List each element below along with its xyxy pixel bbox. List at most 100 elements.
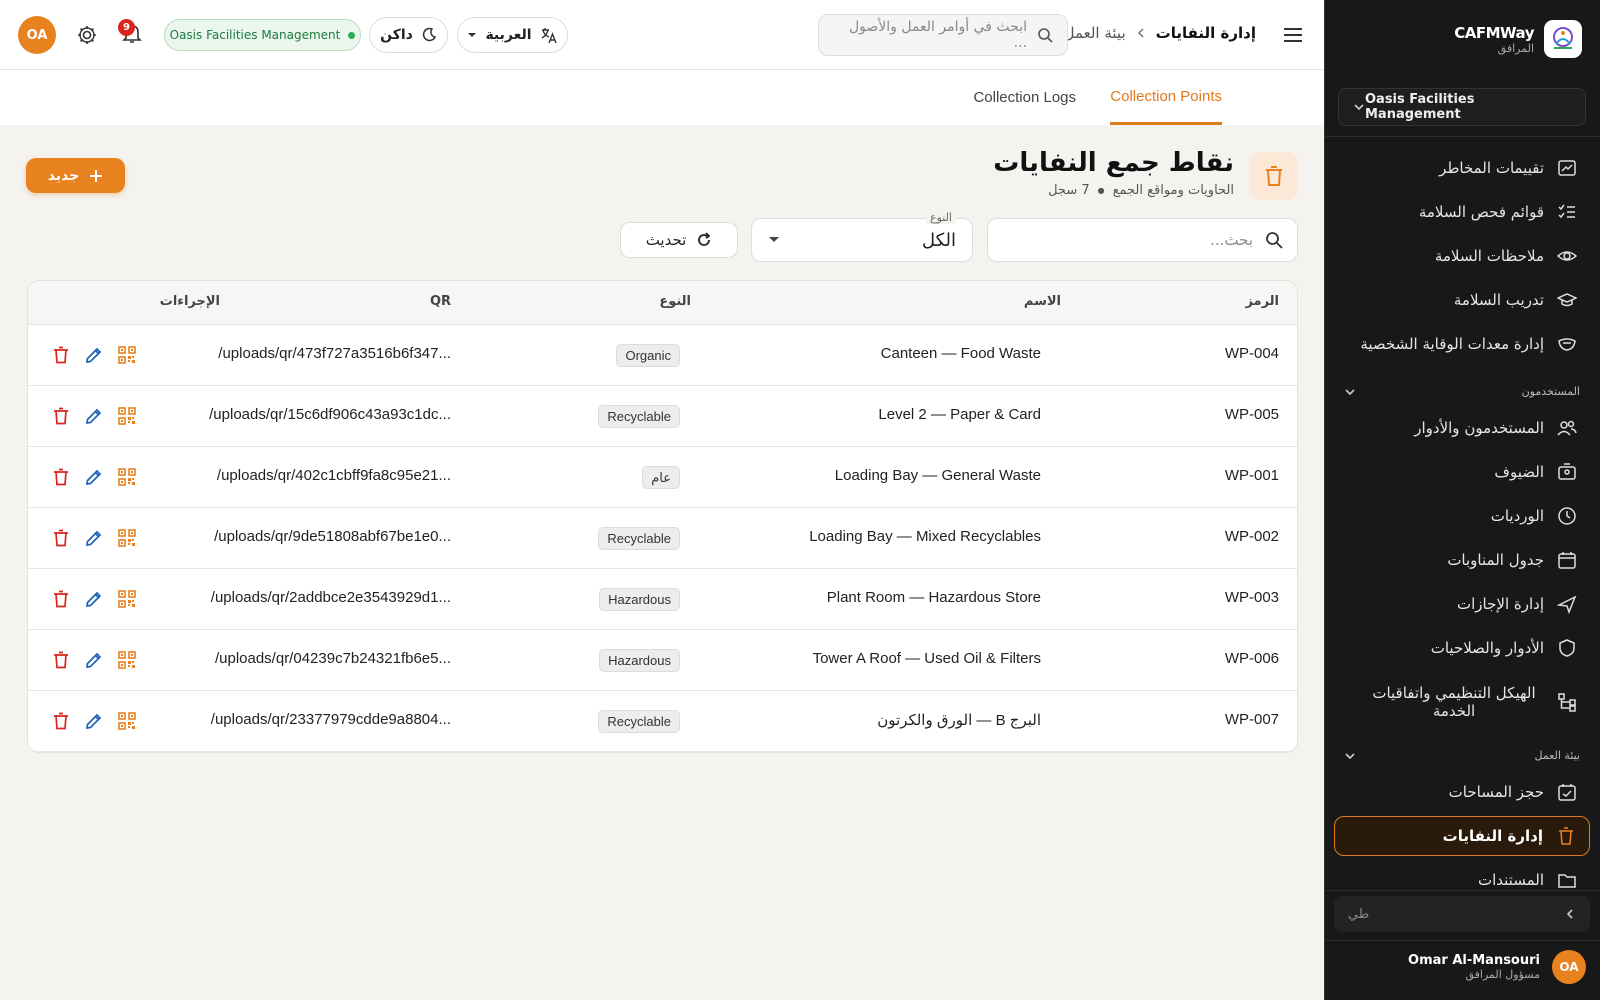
tab-collection-points[interactable]: Collection Points	[1110, 70, 1222, 125]
sidebar-item-leave[interactable]: إدارة الإجازات	[1334, 584, 1590, 624]
sidebar-item-shifts[interactable]: الورديات	[1334, 496, 1590, 536]
brand-logo-icon	[1544, 20, 1582, 58]
delete-icon[interactable]	[51, 406, 71, 426]
section-title: بيئة العمل	[1534, 749, 1581, 762]
edit-icon[interactable]	[84, 711, 104, 731]
sidebar-item-safety-training[interactable]: تدريب السلامة	[1334, 280, 1590, 320]
type-badge: Recyclable	[598, 527, 680, 550]
edit-icon[interactable]	[84, 589, 104, 609]
qr-code-icon[interactable]	[117, 345, 137, 365]
column-header-code[interactable]: الرمز	[1245, 294, 1279, 309]
row-qr-path: /uploads/qr/15c6df906c43a93c1dc...	[209, 406, 451, 423]
user-profile[interactable]: OA Omar Al-Mansouri مسؤول المرافق	[1408, 950, 1586, 984]
row-qr-path: /uploads/qr/04239c7b24321fb6e5...	[214, 650, 451, 667]
column-header-type[interactable]: النوع	[659, 294, 691, 309]
organization-select[interactable]: Oasis Facilities Management	[1338, 88, 1586, 126]
sidebar-collapse-button[interactable]: طي	[1334, 896, 1590, 932]
section-header-workplace[interactable]: بيئة العمل	[1344, 749, 1580, 762]
row-code: WP-002	[1224, 528, 1279, 545]
org-pill-label: Oasis Facilities Management	[169, 28, 341, 42]
global-search-input[interactable]: ابحث في أوامر العمل والأصول ...	[818, 14, 1068, 56]
page-subtitle: الحاويات ومواقع الجمع ● 7 سجل	[1048, 183, 1234, 198]
table-row[interactable]: WP-004 Canteen — Food Waste Organic/upload…	[28, 325, 1297, 386]
sidebar-item-waste-management[interactable]: إدارة النفايات	[1334, 816, 1590, 856]
qr-code-icon[interactable]	[117, 711, 137, 731]
sidebar-item-rota[interactable]: جدول المناوبات	[1334, 540, 1590, 580]
delete-icon[interactable]	[51, 711, 71, 731]
section-header-users[interactable]: المستخدمون	[1344, 385, 1580, 398]
delete-icon[interactable]	[51, 650, 71, 670]
column-header-qr[interactable]: QR	[430, 294, 451, 309]
breadcrumb: إدارة النفايات بيئة العمل	[1064, 24, 1256, 42]
sidebar-item-label: الهيكل التنظيمي واتفاقيات الخدمة	[1372, 684, 1536, 720]
edit-icon[interactable]	[84, 467, 104, 487]
gear-icon[interactable]	[76, 24, 98, 46]
edit-icon[interactable]	[84, 345, 104, 365]
refresh-button[interactable]: تحديث	[620, 222, 738, 258]
table-row[interactable]: WP-003 Plant Room — Hazardous Store Hazard…	[28, 569, 1297, 630]
edit-icon[interactable]	[84, 650, 104, 670]
column-header-name[interactable]: الاسم	[1024, 294, 1061, 309]
search-icon	[1265, 231, 1283, 249]
row-name: Tower A Roof — Used Oil & Filters	[812, 650, 1041, 667]
page-title: نقاط جمع النفايات	[993, 148, 1234, 178]
plus-icon	[89, 169, 103, 183]
row-qr-path: /uploads/qr/402c1cbff9fa8c95e21...	[216, 467, 451, 484]
delete-icon[interactable]	[51, 528, 71, 548]
menu-icon[interactable]	[1282, 24, 1304, 46]
language-selector[interactable]: العربية	[457, 17, 568, 53]
table-row[interactable]: WP-002 Loading Bay — Mixed Recyclables Rec…	[28, 508, 1297, 569]
table-search-input[interactable]: بحث...	[987, 218, 1298, 262]
tab-collection-logs[interactable]: Collection Logs	[973, 70, 1076, 125]
delete-icon[interactable]	[51, 589, 71, 609]
sidebar-item-label: تدريب السلامة	[1453, 291, 1544, 309]
sidebar-item-ppe[interactable]: إدارة معدات الوقاية الشخصية	[1334, 324, 1590, 364]
trash-icon	[1555, 825, 1577, 847]
sidebar-item-safety-checklists[interactable]: قوائم فحص السلامة	[1334, 192, 1590, 232]
theme-toggle[interactable]: داكن	[369, 17, 448, 53]
translate-icon	[540, 26, 558, 44]
type-filter-select[interactable]: النوع الكل	[751, 211, 973, 262]
sidebar-item-space-booking[interactable]: حجز المساحات	[1334, 772, 1590, 812]
table-row[interactable]: WP-001 Loading Bay — General Waste عام/upl…	[28, 447, 1297, 508]
row-name: البرج B — الورق والكرتون	[877, 712, 1041, 729]
search-placeholder: بحث...	[1210, 231, 1253, 249]
sidebar-item-safety-observations[interactable]: ملاحظات السلامة	[1334, 236, 1590, 276]
moon-icon	[421, 27, 437, 43]
table-row[interactable]: WP-005 Level 2 — Paper & Card Recyclable/u…	[28, 386, 1297, 447]
table-row[interactable]: WP-007 البرج B — الورق والكرتون Recyclable…	[28, 691, 1297, 752]
edit-icon[interactable]	[84, 528, 104, 548]
row-name: Plant Room — Hazardous Store	[826, 589, 1041, 606]
row-qr-path: /uploads/qr/473f727a3516b6f347...	[218, 345, 451, 362]
sidebar-item-documents[interactable]: المستندات	[1334, 860, 1590, 900]
qr-code-icon[interactable]	[117, 589, 137, 609]
edit-icon[interactable]	[84, 406, 104, 426]
sidebar-item-users-roles[interactable]: المستخدمون والأدوار	[1334, 408, 1590, 448]
type-filter-label: النوع	[926, 211, 956, 224]
organization-status-pill[interactable]: Oasis Facilities Management	[164, 19, 361, 51]
breadcrumb-root[interactable]: بيئة العمل	[1064, 24, 1126, 42]
table-row[interactable]: WP-006 Tower A Roof — Used Oil & Filters H…	[28, 630, 1297, 691]
row-name: Level 2 — Paper & Card	[878, 406, 1041, 423]
qr-code-icon[interactable]	[117, 406, 137, 426]
row-code: WP-006	[1224, 650, 1279, 667]
new-button[interactable]: جديد	[26, 158, 125, 193]
avatar[interactable]: OA	[18, 16, 56, 54]
notification-badge: 9	[118, 19, 135, 36]
delete-icon[interactable]	[51, 467, 71, 487]
brand[interactable]: CAFMWay المرافق	[1454, 20, 1582, 58]
column-header-actions: الإجراءات	[159, 294, 220, 309]
sidebar-item-roles-permissions[interactable]: الأدوار والصلاحيات	[1334, 628, 1590, 668]
sidebar-item-org-structure[interactable]: الهيكل التنظيمي واتفاقيات الخدمة	[1334, 680, 1590, 724]
language-label: العربية	[485, 27, 532, 43]
row-code: WP-003	[1224, 589, 1279, 606]
qr-code-icon[interactable]	[117, 467, 137, 487]
collapse-label: طي	[1348, 906, 1370, 922]
sidebar-item-risk-assessments[interactable]: تقييمات المخاطر	[1334, 148, 1590, 188]
qr-code-icon[interactable]	[117, 528, 137, 548]
delete-icon[interactable]	[51, 345, 71, 365]
qr-code-icon[interactable]	[117, 650, 137, 670]
sidebar-item-guests[interactable]: الضيوف	[1334, 452, 1590, 492]
search-placeholder: ابحث في أوامر العمل والأصول ...	[848, 19, 1027, 51]
org-chart-icon	[1556, 691, 1578, 713]
